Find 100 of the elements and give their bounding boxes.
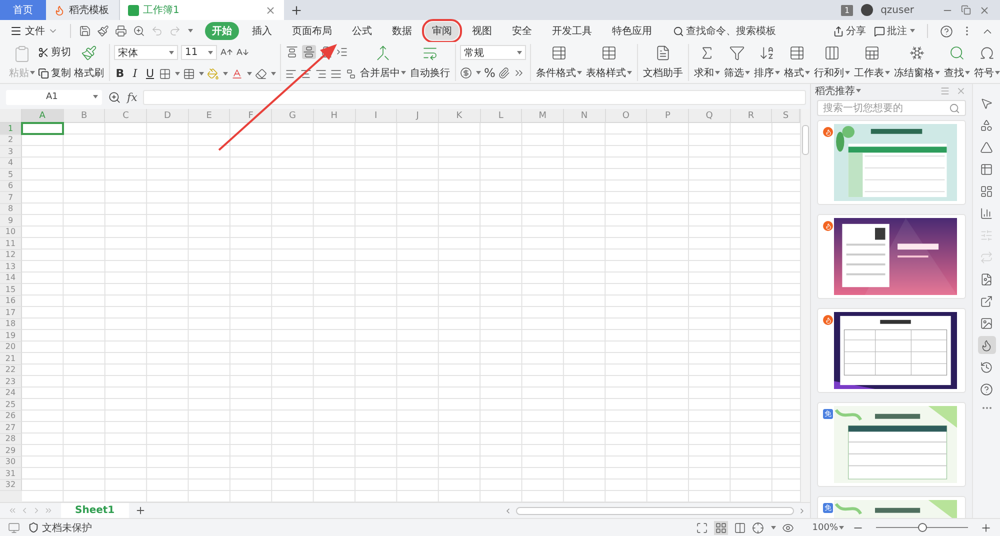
scroll-right-icon[interactable] bbox=[798, 506, 806, 514]
column-header[interactable]: N bbox=[564, 109, 606, 122]
align-left-icon[interactable] bbox=[285, 68, 297, 80]
ribbon-tab[interactable]: 插入 bbox=[245, 22, 279, 40]
document-tab[interactable]: 工作簿1 bbox=[120, 0, 284, 20]
row-header[interactable]: 2 bbox=[0, 134, 22, 146]
ribbon-button[interactable]: 查找 bbox=[943, 44, 971, 81]
ribbon-tab[interactable]: 数据 bbox=[385, 22, 419, 40]
row-header[interactable]: 8 bbox=[0, 204, 22, 215]
column-header[interactable]: O bbox=[606, 109, 648, 122]
eye-icon[interactable] bbox=[782, 522, 794, 534]
sidebar-button[interactable] bbox=[978, 336, 996, 354]
column-header[interactable]: L bbox=[480, 109, 522, 122]
row-header[interactable]: 21 bbox=[0, 353, 22, 364]
ribbon-tab[interactable]: 开发工具 bbox=[545, 22, 599, 40]
ribbon-button[interactable]: 行和列 bbox=[813, 44, 851, 81]
column-header[interactable]: C bbox=[105, 109, 148, 122]
align-center-icon[interactable] bbox=[300, 68, 312, 80]
row-header[interactable]: 17 bbox=[0, 307, 22, 318]
row-header[interactable]: 5 bbox=[0, 169, 22, 180]
slider-thumb[interactable] bbox=[918, 523, 927, 532]
distribute-icon[interactable] bbox=[345, 68, 357, 80]
fullscreen-icon[interactable] bbox=[696, 522, 708, 534]
row-header[interactable]: 7 bbox=[0, 192, 22, 204]
row-header[interactable]: 10 bbox=[0, 226, 22, 238]
row-header[interactable]: 13 bbox=[0, 261, 22, 272]
row-header[interactable]: 29 bbox=[0, 445, 22, 456]
ribbon-tab[interactable]: 页面布局 bbox=[285, 22, 339, 40]
zoom-level[interactable]: 100% bbox=[812, 522, 844, 532]
font-size-select[interactable]: 11 bbox=[181, 45, 217, 60]
ribbon-button[interactable]: 筛选 bbox=[723, 44, 751, 81]
active-cell[interactable] bbox=[21, 122, 64, 135]
row-header[interactable]: 31 bbox=[0, 468, 22, 480]
column-header[interactable]: R bbox=[730, 109, 772, 122]
column-header[interactable]: B bbox=[64, 109, 106, 122]
cell-border-icon[interactable] bbox=[183, 68, 195, 80]
zoom-icon[interactable] bbox=[108, 90, 121, 104]
zoom-in-icon[interactable] bbox=[980, 522, 992, 534]
copy-button[interactable]: 复制 bbox=[38, 66, 71, 80]
template-card[interactable] bbox=[817, 308, 966, 393]
ribbon-button[interactable]: 自动换行 bbox=[409, 44, 451, 81]
file-menu[interactable]: 文件 bbox=[6, 24, 62, 38]
row-header[interactable]: 22 bbox=[0, 364, 22, 376]
ribbon-tab[interactable]: 安全 bbox=[505, 22, 539, 40]
page-view-icon[interactable] bbox=[734, 522, 746, 534]
monitor-icon[interactable] bbox=[8, 522, 20, 534]
column-header[interactable]: E bbox=[188, 109, 230, 122]
ribbon-button[interactable]: 表格样式 bbox=[585, 44, 633, 81]
column-header[interactable]: D bbox=[147, 109, 189, 122]
ribbon-button[interactable]: 排序 bbox=[753, 44, 781, 81]
row-header[interactable]: 3 bbox=[0, 146, 22, 158]
command-search[interactable]: 查找命令、搜索模板 bbox=[673, 24, 776, 38]
row-header[interactable]: 12 bbox=[0, 250, 22, 261]
number-format-select[interactable]: 常规 bbox=[460, 45, 526, 60]
scrollbar-thumb[interactable] bbox=[516, 506, 794, 514]
ribbon-button[interactable]: 条件格式 bbox=[535, 44, 583, 81]
document-tab[interactable]: 稻壳模板 bbox=[46, 0, 120, 20]
template-card[interactable] bbox=[817, 214, 966, 299]
ribbon-button[interactable]: 格式 bbox=[783, 44, 811, 81]
row-header[interactable]: 4 bbox=[0, 158, 22, 169]
ribbon-tab[interactable]: 审阅 bbox=[425, 22, 459, 40]
preview-icon[interactable] bbox=[133, 25, 145, 37]
avatar[interactable] bbox=[860, 4, 873, 16]
row-header[interactable]: 9 bbox=[0, 215, 22, 226]
percent-button[interactable]: % bbox=[484, 66, 496, 80]
ribbon-tab[interactable]: 视图 bbox=[465, 22, 499, 40]
row-header[interactable]: 1 bbox=[0, 123, 22, 134]
align-right-icon[interactable] bbox=[315, 68, 327, 80]
row-header[interactable]: 20 bbox=[0, 342, 22, 353]
align-button[interactable] bbox=[285, 45, 299, 59]
indent-icon[interactable] bbox=[336, 46, 348, 58]
column-header[interactable]: H bbox=[314, 109, 356, 122]
row-header[interactable]: 24 bbox=[0, 388, 22, 399]
column-header[interactable]: I bbox=[356, 109, 398, 122]
close-icon[interactable] bbox=[979, 4, 990, 16]
font-style-button[interactable]: B bbox=[114, 67, 126, 80]
add-tab-icon[interactable] bbox=[290, 4, 302, 16]
share-button[interactable]: 分享 bbox=[833, 24, 866, 38]
column-header[interactable]: A bbox=[22, 109, 64, 122]
panel-title[interactable]: 稻壳推荐 bbox=[815, 84, 861, 98]
ribbon-tab[interactable]: 开始 bbox=[205, 22, 239, 40]
row-header[interactable]: 15 bbox=[0, 284, 22, 296]
print-icon[interactable] bbox=[115, 25, 127, 37]
font-color-icon[interactable] bbox=[231, 68, 243, 80]
column-header[interactable]: P bbox=[647, 109, 689, 122]
row-header[interactable]: 6 bbox=[0, 180, 22, 192]
add-sheet-icon[interactable] bbox=[134, 505, 146, 516]
align-button[interactable] bbox=[302, 45, 316, 59]
document-tab[interactable]: 首页 bbox=[0, 0, 46, 20]
align-button[interactable] bbox=[319, 45, 333, 59]
ribbon-button[interactable]: 文档助手 bbox=[642, 44, 684, 81]
font-style-button[interactable]: U bbox=[144, 67, 156, 80]
row-header[interactable]: 23 bbox=[0, 376, 22, 388]
ribbon-button[interactable]: 格式刷 bbox=[73, 44, 105, 81]
font-style-button[interactable]: I bbox=[129, 67, 141, 80]
search-field[interactable]: 搜索一切您想要的 bbox=[817, 100, 966, 116]
normal-view-icon[interactable] bbox=[715, 522, 728, 534]
ribbon-tab[interactable]: 公式 bbox=[345, 22, 379, 40]
row-header[interactable]: 19 bbox=[0, 330, 22, 342]
ribbon-button[interactable]: 符号 bbox=[973, 44, 1000, 81]
